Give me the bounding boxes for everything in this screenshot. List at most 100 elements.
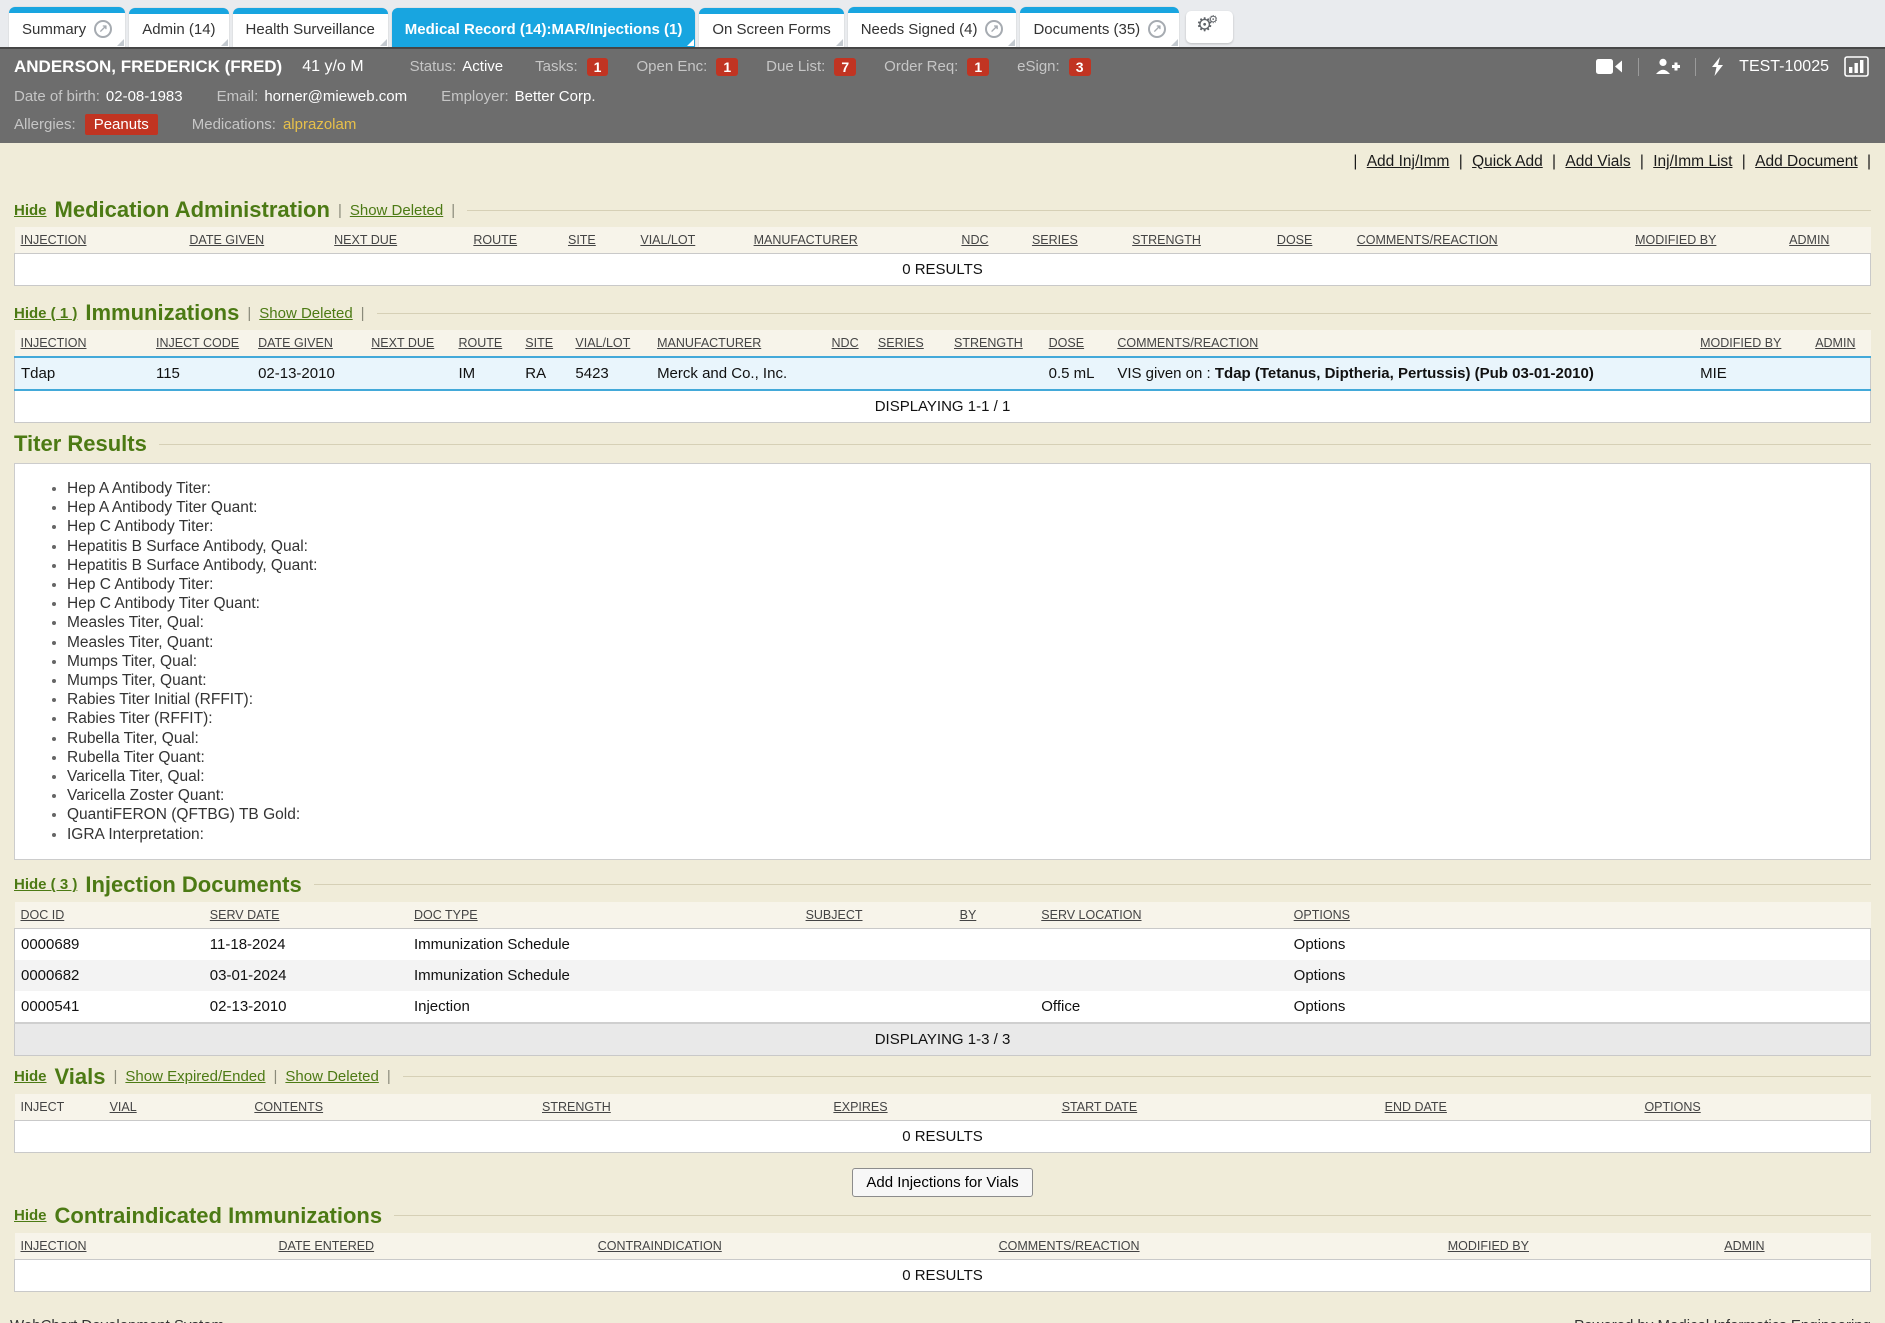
add-injections-for-vials-button[interactable]: Add Injections for Vials: [852, 1168, 1032, 1197]
column-sort-link[interactable]: ROUTE: [458, 336, 502, 350]
column-sort-link[interactable]: END DATE: [1385, 1100, 1447, 1114]
column-sort-link[interactable]: DOC TYPE: [414, 908, 478, 922]
column-sort-link[interactable]: START DATE: [1062, 1100, 1137, 1114]
column-sort-link[interactable]: MODIFIED BY: [1635, 233, 1716, 247]
tab-needs-signed-4[interactable]: Needs Signed (4) ↗: [848, 7, 1017, 47]
action-link-add-document[interactable]: Add Document: [1755, 153, 1858, 170]
column-sort-link[interactable]: EXPIRES: [833, 1100, 887, 1114]
column-sort-link[interactable]: INJECTION: [21, 1239, 87, 1253]
column-sort-link[interactable]: DATE GIVEN: [189, 233, 264, 247]
tab-health-surveillance[interactable]: Health Surveillance: [233, 8, 388, 47]
hide-link[interactable]: Hide: [14, 1207, 47, 1224]
tab-label: Needs Signed (4): [861, 21, 978, 38]
column-sort-link[interactable]: ROUTE: [473, 233, 517, 247]
column-sort-link[interactable]: SITE: [568, 233, 596, 247]
column-sort-link[interactable]: STRENGTH: [542, 1100, 611, 1114]
column-sort-link[interactable]: DOSE: [1049, 336, 1084, 350]
tab-medical-record-14-mar-injections-1[interactable]: Medical Record (14):MAR/Injections (1): [392, 8, 696, 47]
column-sort-link[interactable]: ADMIN: [1724, 1239, 1764, 1253]
column-sort-link[interactable]: SERV LOCATION: [1041, 908, 1141, 922]
document-row[interactable]: 000068911-18-2024Immunization ScheduleOp…: [15, 928, 1871, 960]
column-sort-link[interactable]: NEXT DUE: [334, 233, 397, 247]
column-sort-link[interactable]: MODIFIED BY: [1448, 1239, 1529, 1253]
column-sort-link[interactable]: VIAL/LOT: [640, 233, 695, 247]
column-sort-link[interactable]: DATE GIVEN: [258, 336, 333, 350]
column-sort-link[interactable]: SITE: [525, 336, 553, 350]
column-sort-link[interactable]: INJECTION: [21, 336, 87, 350]
action-link-quick-add[interactable]: Quick Add: [1472, 153, 1543, 170]
column-sort-link[interactable]: ADMIN: [1815, 336, 1855, 350]
counter-badge[interactable]: 1: [967, 58, 989, 76]
column-sort-link[interactable]: OPTIONS: [1644, 1100, 1700, 1114]
action-link-add-inj-imm[interactable]: Add Inj/Imm: [1367, 153, 1450, 170]
column-sort-link[interactable]: OPTIONS: [1294, 908, 1350, 922]
column-sort-link[interactable]: MANUFACTURER: [754, 233, 858, 247]
column-sort-link[interactable]: SERV DATE: [210, 908, 280, 922]
counter-badge[interactable]: 1: [587, 58, 609, 76]
bar-chart-icon[interactable]: [1844, 56, 1869, 77]
titer-results-list: Hep A Antibody Titer:Hep A Antibody Tite…: [45, 479, 1860, 844]
medications-value[interactable]: alprazolam: [283, 116, 356, 133]
counter-badge[interactable]: 3: [1069, 58, 1091, 76]
column-sort-link[interactable]: ADMIN: [1789, 233, 1829, 247]
column-sort-link[interactable]: DATE ENTERED: [278, 1239, 374, 1253]
video-camera-icon[interactable]: [1596, 58, 1623, 75]
column-sort-link[interactable]: STRENGTH: [1132, 233, 1201, 247]
hide-link[interactable]: Hide ( 1 ): [14, 305, 77, 322]
popout-icon[interactable]: ↗: [985, 20, 1003, 38]
options-link[interactable]: Options: [1294, 936, 1346, 953]
document-row[interactable]: 000054102-13-2010InjectionOfficeOptions: [15, 991, 1871, 1023]
column-header-doc-id: DOC ID: [15, 902, 204, 929]
column-sort-link[interactable]: SERIES: [1032, 233, 1078, 247]
tab-on-screen-forms[interactable]: On Screen Forms: [699, 8, 843, 47]
column-sort-link[interactable]: NDC: [961, 233, 988, 247]
column-header-strength: STRENGTH: [1126, 227, 1271, 254]
tab-label: Admin (14): [142, 21, 215, 38]
tab-summary[interactable]: Summary↗: [9, 7, 125, 47]
column-sort-link[interactable]: SERIES: [878, 336, 924, 350]
popout-icon[interactable]: ↗: [1148, 20, 1166, 38]
column-sort-link[interactable]: MANUFACTURER: [657, 336, 761, 350]
tab-documents-35[interactable]: Documents (35)↗: [1020, 7, 1179, 47]
column-sort-link[interactable]: VIAL/LOT: [575, 336, 630, 350]
settings-tab[interactable]: ⚙⚙: [1186, 11, 1233, 43]
column-sort-link[interactable]: MODIFIED BY: [1700, 336, 1781, 350]
counter-badge[interactable]: 7: [834, 58, 856, 76]
column-sort-link[interactable]: COMMENTS/REACTION: [999, 1239, 1140, 1253]
document-row[interactable]: 000068203-01-2024Immunization ScheduleOp…: [15, 960, 1871, 991]
action-link-inj-imm-list[interactable]: Inj/Imm List: [1653, 153, 1732, 170]
column-sort-link[interactable]: NEXT DUE: [371, 336, 434, 350]
popout-icon[interactable]: ↗: [94, 20, 112, 38]
column-header-comments-reaction: COMMENTS/REACTION: [1111, 330, 1694, 357]
tab-admin-14[interactable]: Admin (14): [129, 8, 228, 47]
options-link[interactable]: Options: [1294, 998, 1346, 1015]
column-sort-link[interactable]: DOSE: [1277, 233, 1312, 247]
show-deleted-link[interactable]: Show Deleted: [259, 305, 352, 322]
column-sort-link[interactable]: SUBJECT: [806, 908, 863, 922]
add-person-icon[interactable]: [1654, 58, 1680, 75]
column-sort-link[interactable]: NDC: [832, 336, 859, 350]
hide-link[interactable]: Hide: [14, 1068, 47, 1085]
column-sort-link[interactable]: DOC ID: [21, 908, 65, 922]
column-sort-link[interactable]: INJECT: [21, 1100, 65, 1114]
header-rule: [159, 444, 1871, 445]
column-sort-link[interactable]: COMMENTS/REACTION: [1117, 336, 1258, 350]
show-deleted-link[interactable]: Show Deleted: [285, 1068, 378, 1085]
hide-link[interactable]: Hide ( 3 ): [14, 876, 77, 893]
column-sort-link[interactable]: STRENGTH: [954, 336, 1023, 350]
counter-badge[interactable]: 1: [716, 58, 738, 76]
immunization-row[interactable]: Tdap11502-13-2010IMRA5423Merck and Co., …: [15, 357, 1871, 390]
column-sort-link[interactable]: COMMENTS/REACTION: [1357, 233, 1498, 247]
options-link[interactable]: Options: [1294, 967, 1346, 984]
column-sort-link[interactable]: CONTENTS: [254, 1100, 323, 1114]
show-expired-link[interactable]: Show Expired/Ended: [125, 1068, 265, 1085]
column-sort-link[interactable]: INJECTION: [21, 233, 87, 247]
lightning-icon[interactable]: [1711, 57, 1724, 76]
column-sort-link[interactable]: INJECT CODE: [156, 336, 239, 350]
column-sort-link[interactable]: BY: [960, 908, 977, 922]
column-sort-link[interactable]: VIAL: [110, 1100, 137, 1114]
show-deleted-link[interactable]: Show Deleted: [350, 202, 443, 219]
column-sort-link[interactable]: CONTRAINDICATION: [598, 1239, 722, 1253]
action-link-add-vials[interactable]: Add Vials: [1565, 153, 1630, 170]
hide-link[interactable]: Hide: [14, 202, 47, 219]
